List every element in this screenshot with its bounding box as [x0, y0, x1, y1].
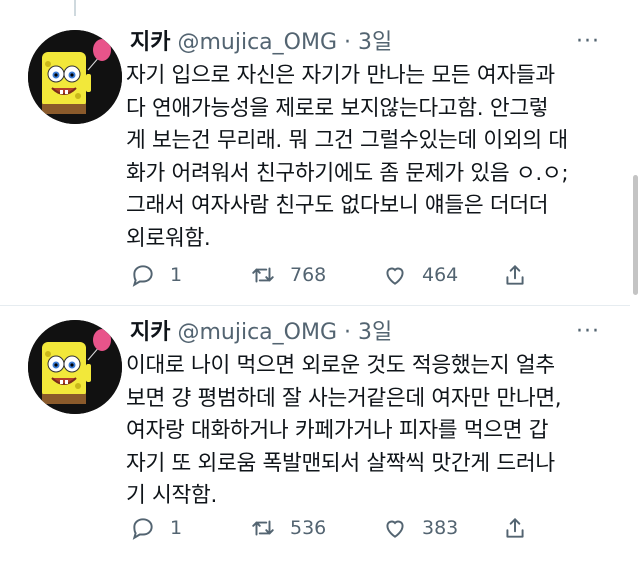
- tweet-actions: 1 768 464: [130, 260, 530, 290]
- tweet[interactable]: 지카 @mujica_OMG · 3일 ··· 이대로 나이 먹으면 외로운 것…: [0, 310, 630, 568]
- retweet-icon: [252, 267, 274, 283]
- spongebob-avatar-icon: [28, 30, 122, 124]
- like-button[interactable]: 464: [382, 260, 458, 290]
- reply-button[interactable]: 1: [130, 260, 182, 290]
- like-icon: [386, 267, 404, 285]
- display-name[interactable]: 지카: [130, 320, 170, 345]
- spongebob-avatar-icon: [28, 320, 122, 414]
- tweet-header: 지카 @mujica_OMG · 3일: [130, 318, 392, 348]
- user-handle[interactable]: @mujica_OMG: [177, 320, 337, 345]
- separator-dot: ·: [344, 320, 352, 345]
- display-name[interactable]: 지카: [130, 30, 170, 55]
- scrollbar-thumb[interactable]: [633, 175, 638, 295]
- avatar[interactable]: [28, 30, 122, 124]
- retweet-button[interactable]: 768: [250, 260, 326, 290]
- reply-button[interactable]: 1: [130, 513, 182, 543]
- like-count: 464: [422, 264, 459, 286]
- reply-icon: [132, 265, 153, 287]
- tweet[interactable]: 지카 @mujica_OMG · 3일 ··· 자기 입으로 자신은 자기가 만…: [0, 20, 630, 305]
- scrollbar[interactable]: [630, 0, 640, 571]
- share-button[interactable]: [502, 513, 542, 543]
- like-count: 383: [422, 517, 459, 539]
- retweet-count: 536: [290, 517, 327, 539]
- like-icon: [386, 520, 404, 538]
- user-handle[interactable]: @mujica_OMG: [177, 30, 337, 55]
- avatar[interactable]: [28, 320, 122, 414]
- reply-count: 1: [170, 517, 183, 539]
- thread-connector-line: [74, 0, 76, 16]
- tweet-text: 자기 입으로 자신은 자기가 만나는 모든 여자들과 다 연애가능성을 제로로 …: [126, 63, 569, 251]
- reply-icon: [132, 518, 153, 540]
- retweet-button[interactable]: 536: [250, 513, 326, 543]
- timestamp[interactable]: 3일: [358, 320, 392, 345]
- share-button[interactable]: [502, 260, 542, 290]
- share-icon: [506, 265, 524, 285]
- more-options-icon[interactable]: ···: [576, 321, 602, 343]
- tweet-header: 지카 @mujica_OMG · 3일: [130, 28, 392, 58]
- share-icon: [506, 518, 524, 538]
- like-button[interactable]: 383: [382, 513, 458, 543]
- more-options-icon[interactable]: ···: [576, 31, 602, 53]
- reply-count: 1: [170, 264, 183, 286]
- separator-dot: ·: [344, 30, 352, 55]
- tweet-text: 이대로 나이 먹으면 외로운 것도 적응했는지 얼추 보면 걍 평범하데 잘 사…: [126, 353, 562, 508]
- tweet-divider: [0, 305, 630, 306]
- tweet-actions: 1 536 383: [130, 513, 530, 543]
- retweet-count: 768: [290, 264, 327, 286]
- timestamp[interactable]: 3일: [358, 30, 392, 55]
- retweet-icon: [252, 520, 274, 536]
